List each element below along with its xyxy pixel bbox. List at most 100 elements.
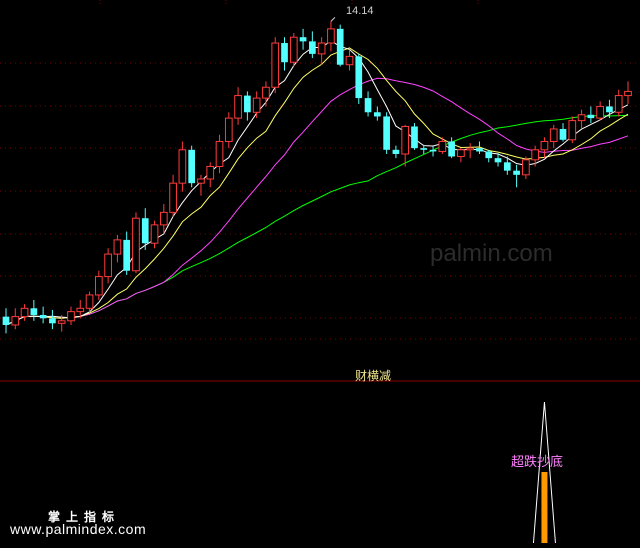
candle-down	[336, 24, 344, 67]
candle-body	[197, 178, 205, 184]
candle-body	[178, 149, 187, 184]
candle-up	[577, 109, 586, 129]
candle-down	[411, 123, 418, 150]
candle-up	[289, 33, 298, 67]
candle-up	[522, 156, 530, 179]
chart-stage: { "chart_data": [ { "type": "candlestick…	[0, 0, 640, 548]
candle-body	[49, 318, 56, 324]
candle-body	[327, 28, 335, 44]
candle-up	[20, 304, 29, 321]
candle-up	[327, 21, 335, 52]
candle-down	[39, 306, 47, 324]
candle-body	[169, 182, 177, 213]
candle-up	[94, 270, 103, 300]
candle-up	[624, 81, 632, 104]
candle-up	[531, 145, 540, 167]
candle-up	[224, 112, 233, 149]
candle-body	[206, 165, 215, 180]
candle-body	[317, 42, 326, 55]
candle-body	[429, 149, 437, 152]
candle-up	[150, 220, 159, 249]
candle-up	[11, 308, 20, 330]
indicator-panel	[532, 401, 556, 544]
candle-body	[20, 307, 29, 318]
candle-down	[392, 145, 400, 159]
candle-up	[568, 116, 577, 144]
candle-up	[169, 174, 177, 217]
candle-body	[224, 117, 233, 142]
candle-down	[30, 299, 38, 321]
candle-up	[262, 81, 270, 107]
candle-body	[355, 56, 363, 99]
candle-body	[457, 149, 465, 157]
candle-up	[178, 141, 187, 192]
candle-body	[624, 90, 632, 97]
candle-body	[503, 162, 511, 171]
candle-body	[188, 149, 196, 184]
candle-up	[132, 212, 140, 274]
candle-body	[559, 128, 567, 140]
candle-up	[540, 137, 549, 159]
candle-up	[252, 91, 261, 119]
candle-down	[244, 91, 251, 121]
candle-body	[234, 95, 242, 119]
candle-body	[485, 151, 493, 159]
url-watermark: www.palmindex.com	[10, 521, 147, 537]
candle-body	[531, 149, 540, 161]
peak-price-label: 14.14	[346, 5, 374, 17]
candle-body	[383, 116, 390, 150]
candle-down	[188, 145, 196, 188]
candle-up	[206, 162, 215, 188]
candle-down	[309, 31, 316, 59]
candle-body	[244, 95, 251, 113]
candle-down	[49, 309, 56, 330]
candle-down	[559, 123, 567, 142]
candle-body	[262, 86, 270, 99]
candle-body	[336, 28, 344, 65]
candle-body	[596, 105, 604, 119]
candle-body	[39, 314, 47, 319]
candle-down	[364, 91, 372, 117]
candle-up	[197, 174, 205, 196]
candle-body	[466, 147, 475, 151]
candle-body	[150, 224, 159, 244]
candle-body	[309, 41, 316, 54]
candlesticks	[2, 16, 632, 334]
candle-body	[448, 141, 455, 157]
candle-body	[494, 158, 502, 163]
candle-body	[57, 320, 66, 324]
candle-body	[438, 140, 447, 152]
candle-up	[215, 134, 224, 174]
candle-down	[513, 164, 520, 188]
candle-body	[76, 307, 85, 313]
candle-body	[252, 97, 261, 113]
candle-down	[374, 106, 381, 121]
candle-down	[448, 137, 455, 159]
candle-body	[401, 125, 410, 155]
candle-up	[67, 306, 75, 325]
candle-up	[549, 124, 558, 149]
candle-body	[85, 294, 94, 309]
candle-down	[383, 112, 390, 154]
candle-body	[132, 217, 140, 272]
candle-body	[476, 148, 483, 152]
candle-up	[104, 248, 112, 284]
candle-up	[317, 37, 326, 65]
candle-body	[123, 239, 131, 271]
candle-body	[2, 316, 10, 325]
candle-up	[345, 49, 354, 71]
signal-bar	[541, 472, 548, 543]
candle-body	[513, 170, 520, 175]
candle-body	[606, 106, 613, 113]
candle-up	[271, 37, 280, 94]
candle-up	[457, 148, 465, 163]
candle-body	[587, 114, 595, 119]
peak-marker	[330, 16, 336, 22]
candle-down	[281, 37, 288, 71]
candle-up	[614, 89, 623, 117]
candle-body	[577, 114, 586, 122]
candle-up	[466, 143, 475, 159]
candle-body	[271, 42, 280, 88]
candle-body	[67, 311, 75, 322]
candle-body	[522, 159, 530, 176]
